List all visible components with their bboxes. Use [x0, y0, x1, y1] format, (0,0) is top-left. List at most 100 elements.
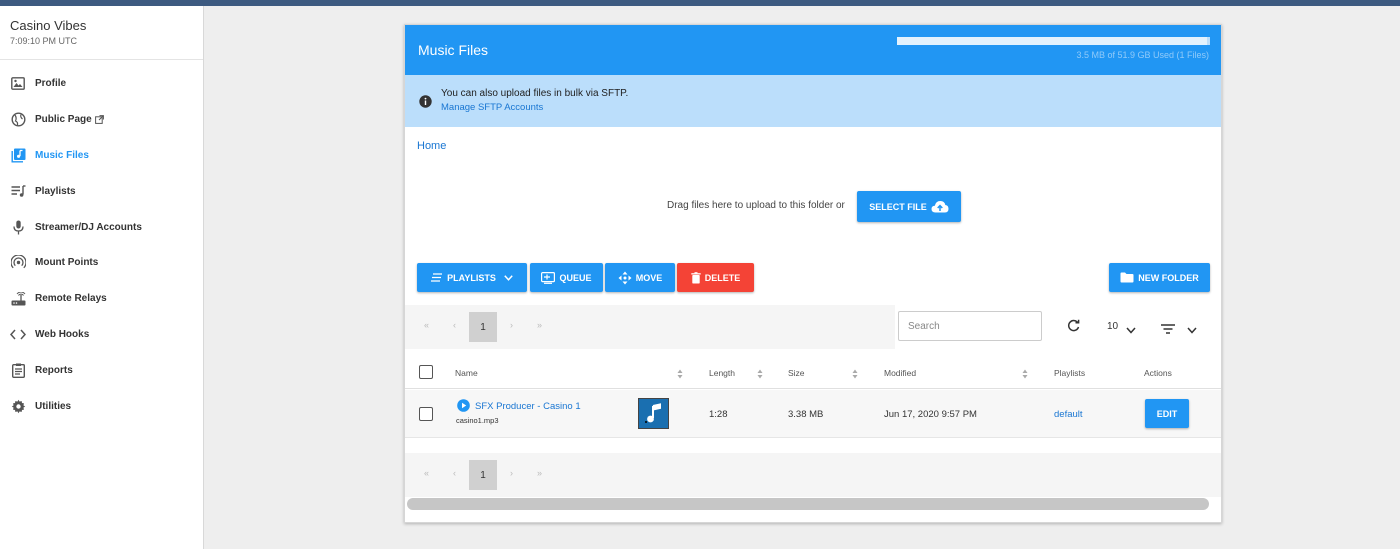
station-header: Casino Vibes 7:09:10 PM UTC [0, 6, 203, 60]
song-playlist-link[interactable]: default [1054, 409, 1083, 420]
sftp-info-text: You can also upload files in bulk via SF… [441, 88, 629, 99]
refresh-icon[interactable] [1067, 319, 1080, 337]
sidebar-item-public-page[interactable]: Public Page [0, 102, 203, 138]
new-folder-button[interactable]: NEW FOLDER [1109, 263, 1210, 292]
song-length: 1:28 [709, 409, 728, 420]
sidebar-item-remote-relays[interactable]: Remote Relays [0, 281, 203, 317]
music-library-icon [10, 147, 26, 163]
card-header: Music Files 3.5 MB of 51.9 GB Used (1 Fi… [405, 25, 1221, 75]
sidebar-item-mount-points[interactable]: Mount Points [0, 245, 203, 281]
router-icon [10, 291, 26, 307]
sidebar-item-web-hooks[interactable]: Web Hooks [0, 317, 203, 353]
page-current-button[interactable]: 1 [469, 460, 497, 490]
playlist-lines-icon [431, 273, 443, 282]
filter-icon[interactable] [1161, 321, 1175, 339]
page-next-button[interactable]: › [510, 320, 513, 330]
upload-drop-text: Drag files here to upload to this folder… [667, 200, 845, 211]
sidebar-item-label: Remote Relays [35, 293, 107, 305]
sort-icon[interactable] [852, 366, 858, 384]
chevron-down-icon[interactable] [1187, 321, 1197, 339]
pagination-bottom: « ‹ 1 › » [405, 453, 1221, 497]
select-file-button[interactable]: SELECT FILE [857, 191, 961, 222]
page-next-button[interactable]: › [510, 468, 513, 478]
playlist-icon [10, 183, 26, 199]
column-name[interactable]: Name [455, 368, 478, 378]
sidebar-item-label: Mount Points [35, 257, 99, 269]
code-icon [10, 326, 26, 342]
storage-quota-bar [897, 37, 1210, 45]
breadcrumb-home[interactable]: Home [417, 140, 446, 152]
sidebar-item-utilities[interactable]: Utilities [0, 388, 203, 424]
profile-icon [10, 76, 26, 92]
page-first-button[interactable]: « [424, 320, 429, 330]
sidebar-item-playlists[interactable]: Playlists [0, 173, 203, 209]
table-row: SFX Producer - Casino 1 casino1.mp3 1:28… [405, 390, 1221, 438]
queue-button[interactable]: QUEUE [530, 263, 603, 292]
sort-icon[interactable] [757, 366, 763, 384]
pagination-background [405, 453, 1221, 497]
move-arrows-icon [618, 271, 632, 284]
song-title[interactable]: SFX Producer - Casino 1 [475, 401, 581, 412]
sidebar-nav: Profile Public Page Music Files Playlist… [0, 60, 203, 424]
column-modified[interactable]: Modified [884, 368, 916, 378]
page-first-button[interactable]: « [424, 468, 429, 478]
clipboard-icon [10, 362, 26, 378]
sidebar-item-label: Streamer/DJ Accounts [35, 221, 142, 233]
move-button[interactable]: MOVE [605, 263, 675, 292]
move-button-label: MOVE [635, 272, 663, 283]
sort-icon[interactable] [677, 366, 683, 384]
select-file-label: SELECT FILE [869, 201, 927, 212]
queue-button-label: QUEUE [559, 272, 592, 283]
manage-sftp-link[interactable]: Manage SFTP Accounts [441, 102, 543, 113]
column-playlists: Playlists [1054, 368, 1086, 378]
row-checkbox[interactable] [419, 407, 433, 421]
sort-icon[interactable] [1022, 366, 1028, 384]
horizontal-scrollbar[interactable] [407, 498, 1209, 510]
microphone-icon [10, 219, 26, 235]
sftp-info-banner: You can also upload files in bulk via SF… [405, 75, 1221, 127]
page-last-button[interactable]: » [537, 320, 542, 330]
page-prev-button[interactable]: ‹ [453, 468, 456, 478]
info-icon [419, 95, 432, 113]
page-current-button[interactable]: 1 [469, 312, 497, 342]
sidebar-item-label: Profile [35, 78, 67, 90]
sidebar-item-label: Playlists [35, 185, 76, 197]
delete-button[interactable]: DELETE [677, 263, 754, 292]
sidebar-item-profile[interactable]: Profile [0, 66, 203, 102]
gear-icon [10, 398, 26, 414]
queue-icon [541, 271, 556, 284]
page-prev-button[interactable]: ‹ [453, 320, 456, 330]
folder-icon [1120, 272, 1134, 283]
music-files-card: Music Files 3.5 MB of 51.9 GB Used (1 Fi… [404, 24, 1222, 523]
sidebar-item-label: Public Page [35, 114, 92, 126]
cloud-upload-icon [931, 201, 949, 213]
search-input[interactable]: Search [898, 311, 1042, 341]
playlists-button[interactable]: PLAYLISTS [417, 263, 527, 292]
album-art [638, 398, 669, 429]
column-size[interactable]: Size [788, 368, 805, 378]
external-link-icon [94, 111, 104, 129]
select-all-checkbox[interactable] [419, 365, 433, 379]
station-name: Casino Vibes [10, 18, 87, 33]
sidebar-item-label: Web Hooks [35, 328, 90, 340]
song-filename: casino1.mp3 [456, 416, 499, 425]
sidebar-item-label: Utilities [35, 400, 72, 412]
sidebar-item-reports[interactable]: Reports [0, 352, 203, 388]
page-title: Music Files [418, 42, 489, 58]
edit-button[interactable]: EDIT [1145, 399, 1189, 428]
storage-quota-fill [897, 37, 1207, 45]
broadcast-icon [10, 255, 26, 271]
play-icon[interactable] [457, 399, 470, 417]
page-last-button[interactable]: » [537, 468, 542, 478]
trash-icon [691, 271, 701, 283]
chevron-down-icon[interactable] [1126, 321, 1136, 339]
sidebar-item-streamer-dj-accounts[interactable]: Streamer/DJ Accounts [0, 209, 203, 245]
playlists-button-label: PLAYLISTS [447, 272, 496, 283]
globe-icon [10, 112, 26, 128]
sidebar-item-music-files[interactable]: Music Files [0, 138, 203, 174]
table-header: Name Length Size Modified Playlists Acti… [405, 355, 1221, 389]
column-length[interactable]: Length [709, 368, 735, 378]
sidebar: Casino Vibes 7:09:10 PM UTC Profile Publ… [0, 6, 204, 549]
column-actions: Actions [1144, 368, 1172, 378]
per-page-select[interactable]: 10 [1107, 321, 1118, 332]
